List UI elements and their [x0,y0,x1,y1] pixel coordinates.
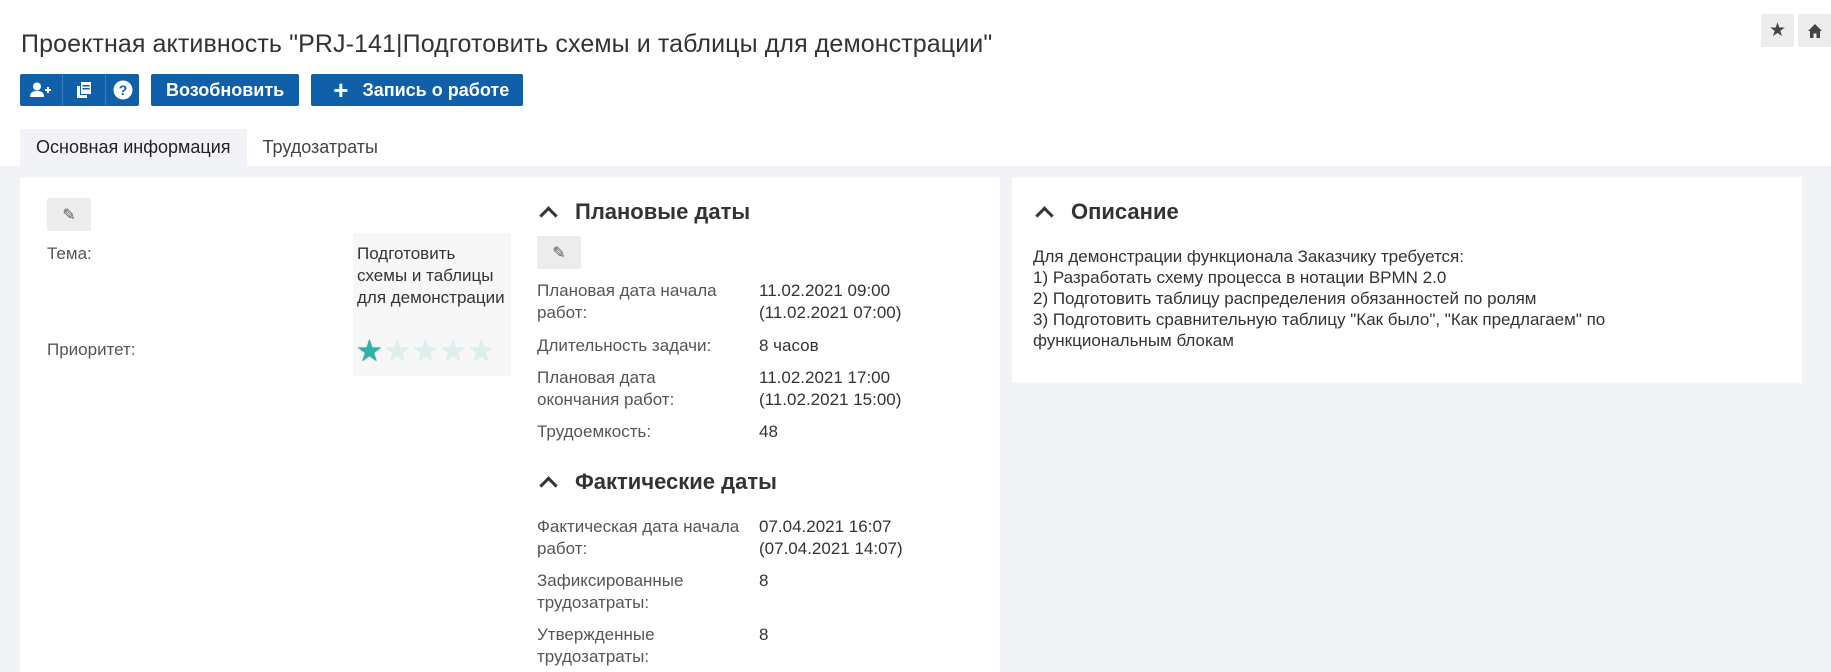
description-panel: Описание Для демонстрации функционала За… [1012,177,1802,383]
star-icon[interactable]: ★ [384,337,411,367]
star-icon[interactable]: ★ [468,337,495,367]
plus-icon: + [333,75,349,105]
edit-planned-button[interactable]: ✎ [537,236,581,269]
approved-labor-label: Утвержденные трудозатраты: [537,625,655,666]
priority-rating[interactable]: ★ ★ ★ ★ ★ [356,337,495,367]
copy-button[interactable] [63,74,106,106]
chevron-up-icon [539,475,558,495]
tab-bar: Основная информация Трудозатраты [20,129,394,166]
actual-start-value: 07.04.2021 16:07 (07.04.2021 14:07) [759,517,903,558]
planned-dates-title: Плановые даты [575,199,751,224]
help-button[interactable]: ? [106,74,139,106]
chevron-up-icon [1035,205,1054,225]
planned-end-label: Плановая дата окончания работ: [537,368,675,409]
workload-label: Трудоемкость: [537,422,652,441]
tab-labor[interactable]: Трудозатраты [247,129,394,166]
star-icon[interactable]: ★ [412,337,439,367]
duration-label: Длительность задачи: [537,336,712,355]
page-title: Проектная активность "PRJ-141|Подготовит… [21,30,993,58]
actual-dates-header[interactable]: Фактические даты [538,469,777,495]
planned-dates-header[interactable]: Плановые даты [538,199,750,225]
description-header[interactable]: Описание [1034,199,1179,225]
svg-text:?: ? [118,82,127,98]
main-info-panel: ✎ Тема: Подготовить схемы и таблицы для … [20,177,1000,672]
fixed-labor-value: 8 [759,571,769,590]
planned-end-value: 11.02.2021 17:00 (11.02.2021 15:00) [759,368,902,409]
home-button[interactable] [1798,14,1831,47]
approved-labor-value: 8 [759,625,769,644]
planned-start-value: 11.02.2021 09:00 (11.02.2021 07:00) [759,281,902,322]
chevron-up-icon [539,205,558,225]
priority-label: Приоритет: [47,340,136,359]
resume-button[interactable]: Возобновить [151,74,300,106]
pencil-icon: ✎ [62,206,76,224]
description-title: Описание [1071,199,1179,224]
actual-dates-title: Фактические даты [575,469,777,494]
workload-value: 48 [759,422,778,441]
toolbar: ? Возобновить + Запись о работе [20,74,524,106]
star-icon[interactable]: ★ [440,337,467,367]
add-user-icon [30,82,51,97]
help-icon: ? [113,80,132,100]
topic-label: Тема: [47,244,92,263]
actual-start-label: Фактическая дата начала работ: [537,517,740,558]
home-icon [1807,23,1822,38]
add-participant-button[interactable] [20,74,63,106]
planned-start-label: Плановая дата начала работ: [537,281,717,322]
favorite-button[interactable]: ★ [1761,14,1794,47]
work-record-label: Запись о работе [362,79,510,100]
topic-value: Подготовить схемы и таблицы для демонстр… [357,244,505,307]
tab-main-info[interactable]: Основная информация [20,129,247,166]
star-icon: ★ [1768,20,1787,41]
fixed-labor-label: Зафиксированные трудозатраты: [537,571,684,612]
description-text: Для демонстрации функционала Заказчику т… [1033,247,1606,350]
pencil-icon: ✎ [552,244,566,262]
copy-icon [77,82,91,98]
edit-main-button[interactable]: ✎ [47,198,91,231]
star-icon[interactable]: ★ [356,337,383,367]
work-record-button[interactable]: + Запись о работе [311,74,524,106]
duration-value: 8 часов [759,336,819,355]
